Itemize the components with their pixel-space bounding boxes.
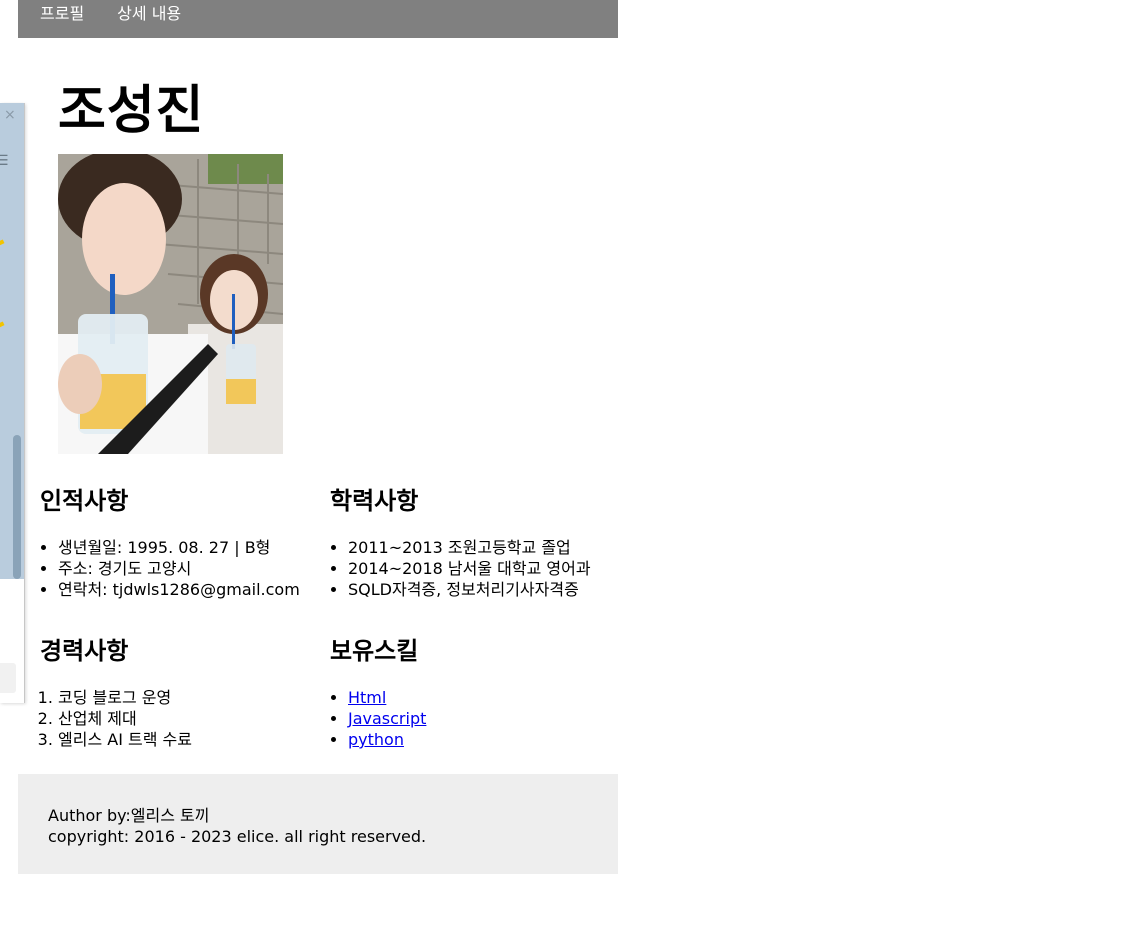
list-item: 2014~2018 남서울 대학교 영어과	[348, 558, 598, 579]
section-heading-career: 경력사항	[40, 637, 129, 665]
education-section: 학력사항 2011~2013 조원고등학교 졸업 2014~2018 남서울 대…	[308, 486, 598, 600]
nav-link-profile[interactable]: 프로필	[40, 0, 84, 28]
list-item: 주소: 경기도 고양시	[58, 558, 308, 579]
skills-list: Html Javascript python	[308, 687, 598, 750]
nav-link-details[interactable]: 상세 내용	[117, 0, 181, 28]
footer-copyright: copyright: 2016 - 2023 elice. all right …	[48, 827, 427, 846]
page-title: 조성진	[58, 81, 205, 141]
list-item: 코딩 블로그 운영	[58, 687, 308, 708]
skill-link-javascript[interactable]: Javascript	[348, 709, 426, 728]
footer-author: Author by:엘리스 토끼	[48, 806, 210, 825]
education-list: 2011~2013 조원고등학교 졸업 2014~2018 남서울 대학교 영어…	[308, 537, 598, 600]
list-item: 생년월일: 1995. 08. 27 | B형	[58, 537, 308, 558]
scrollbar-thumb[interactable]	[13, 435, 21, 579]
list-item: 엘리스 AI 트랙 수료	[58, 729, 308, 750]
close-icon[interactable]: ×	[4, 107, 16, 123]
list-item: 2011~2013 조원고등학교 졸업	[348, 537, 598, 558]
top-nav: 프로필 상세 내용	[18, 0, 618, 38]
skill-link-python[interactable]: python	[348, 730, 404, 749]
list-item: 산업체 제대	[58, 708, 308, 729]
list-item: python	[348, 729, 598, 750]
page-footer: Author by:엘리스 토끼 copyright: 2016 - 2023 …	[18, 774, 618, 874]
personal-info-list: 생년월일: 1995. 08. 27 | B형 주소: 경기도 고양시 연락처:…	[18, 537, 308, 600]
section-heading-skills: 보유스킬	[330, 637, 419, 665]
personal-info-section: 인적사항 생년월일: 1995. 08. 27 | B형 주소: 경기도 고양시…	[18, 486, 308, 600]
skills-section: 보유스킬 Html Javascript python	[308, 636, 598, 750]
skill-link-html[interactable]: Html	[348, 688, 386, 707]
profile-photo	[58, 154, 283, 454]
list-item: SQLD자격증, 정보처리기사자격증	[348, 579, 598, 600]
section-heading-education: 학력사항	[330, 487, 419, 515]
side-panel: × ☰	[0, 103, 25, 703]
section-heading-personal: 인적사항	[40, 487, 129, 515]
career-list: 코딩 블로그 운영 산업체 제대 엘리스 AI 트랙 수료	[18, 687, 308, 750]
list-item: Html	[348, 687, 598, 708]
list-item: 연락처: tjdwls1286@gmail.com	[58, 579, 308, 600]
menu-icon[interactable]: ☰	[0, 153, 9, 169]
career-section: 경력사항 코딩 블로그 운영 산업체 제대 엘리스 AI 트랙 수료	[18, 636, 308, 750]
list-item: Javascript	[348, 708, 598, 729]
side-panel-input[interactable]	[0, 663, 16, 693]
page-container: 프로필 상세 내용 조성진 인적사항 • 생년월일: 1995. 08. 27 …	[18, 0, 618, 874]
